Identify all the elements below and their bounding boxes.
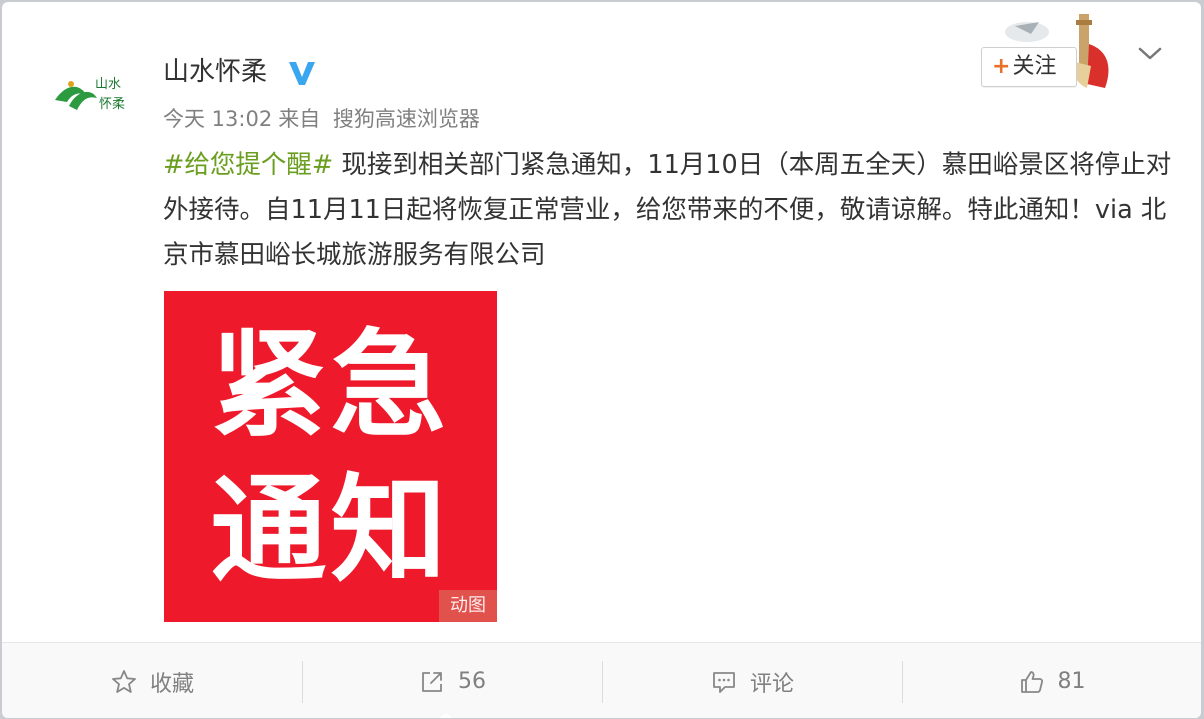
image-text-line1: 紧急 <box>210 318 451 453</box>
gif-badge: 动图 <box>439 590 497 622</box>
user-avatar[interactable]: 山水 怀柔 <box>47 64 139 124</box>
follow-button[interactable]: +关注 <box>981 47 1077 87</box>
post-source[interactable]: 搜狗高速浏览器 <box>333 107 480 131</box>
favorite-button[interactable]: 收藏 <box>2 643 302 718</box>
post-text: #给您提个醒# 现接到相关部门紧急通知，11月10日（本周五全天）慕田峪景区将停… <box>163 143 1183 278</box>
verified-badge-icon <box>286 58 318 88</box>
source-prefix: 来自 <box>278 107 321 131</box>
star-icon <box>112 669 136 693</box>
hashtag-link[interactable]: #给您提个醒# <box>163 150 333 180</box>
post-time[interactable]: 今天 13:02 <box>163 107 272 131</box>
like-button[interactable]: 81 <box>902 643 1201 718</box>
image-text-line2: 通知 <box>210 463 451 598</box>
like-count: 81 <box>1057 669 1086 694</box>
comment-button[interactable]: 评论 <box>602 643 902 718</box>
weibo-post-card: 山水 怀柔 山水怀柔 今天 13:02 来自 搜狗高速浏览器 #给您提个醒# 现接… <box>2 2 1201 718</box>
favorite-label: 收藏 <box>149 671 194 697</box>
post-meta: 今天 13:02 来自 搜狗高速浏览器 <box>163 104 486 134</box>
post-image[interactable]: 紧急 通知 动图 <box>164 291 497 622</box>
follow-label: 关注 <box>1012 54 1057 79</box>
action-bar: 收藏 56 评论 81 <box>2 643 1201 718</box>
username-link[interactable]: 山水怀柔 <box>163 54 267 90</box>
svg-text:山水: 山水 <box>95 76 121 91</box>
thumbs-up-icon <box>1020 670 1043 693</box>
avatar-logo-icon: 山水 怀柔 <box>55 76 125 111</box>
plus-icon: + <box>992 54 1011 79</box>
comment-icon <box>713 671 735 693</box>
repost-button[interactable]: 56 <box>302 643 602 718</box>
share-icon <box>422 671 442 692</box>
comment-label: 评论 <box>749 671 794 697</box>
chevron-down-icon[interactable] <box>1136 44 1164 64</box>
repost-count: 56 <box>458 669 486 694</box>
svg-text:怀柔: 怀柔 <box>99 96 125 111</box>
